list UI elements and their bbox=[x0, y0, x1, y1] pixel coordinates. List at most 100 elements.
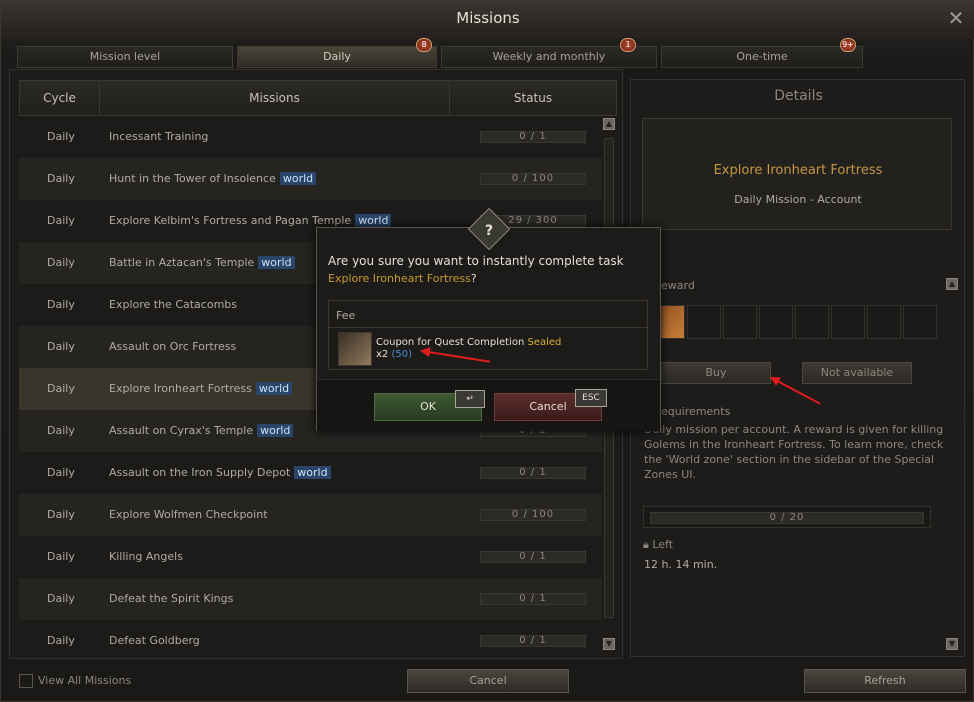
world-tag: world bbox=[294, 466, 331, 479]
enter-key-icon: ↵ bbox=[455, 390, 485, 408]
world-tag: world bbox=[255, 382, 293, 395]
cell-cycle: Daily bbox=[47, 340, 75, 353]
table-row[interactable]: Daily Defeat Goldberg 0 / 1 bbox=[19, 620, 602, 662]
buy-button[interactable]: Buy bbox=[661, 362, 771, 384]
cell-cycle: Daily bbox=[47, 382, 75, 395]
reward-item-slot[interactable] bbox=[687, 305, 721, 339]
dialog-footer: OK ↵ Cancel ESC bbox=[317, 379, 660, 431]
scroll-down-icon[interactable]: ▼ bbox=[603, 638, 615, 650]
cancel-button[interactable]: Cancel bbox=[407, 669, 569, 693]
view-all-checkbox[interactable] bbox=[19, 674, 33, 688]
coupon-icon[interactable] bbox=[338, 332, 372, 366]
reward-item-slot[interactable] bbox=[867, 305, 901, 339]
fee-item-name: Coupon for Quest Completion Sealed bbox=[376, 337, 561, 348]
cell-mission: Incessant Training bbox=[109, 116, 208, 158]
table-row[interactable]: Daily Killing Angels 0 / 1 bbox=[19, 536, 602, 578]
world-tag: world bbox=[258, 256, 295, 269]
reward-item-slot[interactable] bbox=[903, 305, 937, 339]
scroll-up-icon[interactable]: ▲ bbox=[946, 278, 958, 290]
column-header-missions[interactable]: Missions bbox=[100, 81, 450, 115]
table-row[interactable]: Daily Defeat the Spirit Kings 0 / 1 bbox=[19, 578, 602, 620]
details-title: Details bbox=[774, 88, 823, 104]
notification-badge: 1 bbox=[620, 38, 636, 52]
dialog-target: Explore Ironheart Fortress? bbox=[328, 272, 477, 285]
mission-progress: 0 / 20 bbox=[643, 506, 931, 528]
cell-mission: Defeat the Spirit Kings bbox=[109, 578, 233, 620]
notification-badge: 9+ bbox=[840, 38, 856, 52]
reward-slots bbox=[651, 305, 937, 339]
mission-name: Defeat Goldberg bbox=[109, 634, 200, 647]
table-row[interactable]: Daily Hunt in the Tower of Insolence world… bbox=[19, 158, 602, 200]
reward-item-slot[interactable] bbox=[723, 305, 757, 339]
cell-mission: Explore the Catacombs bbox=[109, 284, 237, 326]
tab-one-time[interactable]: One-time 9+ bbox=[661, 38, 863, 68]
cell-mission: Assault on Cyrax's Temple world bbox=[109, 410, 294, 452]
reward-item-slot[interactable] bbox=[831, 305, 865, 339]
cell-cycle: Daily bbox=[47, 424, 75, 437]
world-tag: world bbox=[257, 424, 294, 437]
tab-weekly-monthly[interactable]: Weekly and monthly 1 bbox=[441, 38, 657, 68]
scroll-up-icon[interactable]: ▲ bbox=[603, 118, 615, 130]
cell-cycle: Daily bbox=[47, 508, 75, 521]
cell-status-progress: 0 / 1 bbox=[480, 635, 586, 647]
mission-name: Hunt in the Tower of Insolence bbox=[109, 172, 276, 185]
tab-label: Daily bbox=[323, 50, 351, 63]
table-row[interactable]: Daily Assault on the Iron Supply Depot wor… bbox=[19, 452, 602, 494]
cell-mission: Explore Wolfmen Checkpoint bbox=[109, 494, 268, 536]
scroll-down-icon[interactable]: ▼ bbox=[946, 638, 958, 650]
cell-cycle: Daily bbox=[47, 256, 75, 269]
cell-cycle: Daily bbox=[47, 550, 75, 563]
column-header-status[interactable]: Status bbox=[450, 81, 616, 115]
window-title: Missions bbox=[456, 9, 520, 27]
mission-name: Explore Kelbim's Fortress and Pagan Temp… bbox=[109, 214, 352, 227]
tab-label: Mission level bbox=[89, 50, 161, 63]
refresh-button[interactable]: Refresh bbox=[804, 669, 966, 693]
tab-daily[interactable]: Daily 8 bbox=[237, 38, 437, 68]
mission-name: Assault on Orc Fortress bbox=[109, 340, 237, 353]
notification-badge: 8 bbox=[416, 38, 432, 52]
question-icon: ? bbox=[484, 223, 494, 239]
time-left-value: 12 h. 14 min. bbox=[644, 558, 718, 571]
esc-key-icon: ESC bbox=[575, 389, 607, 407]
cell-status-progress: 0 / 1 bbox=[480, 551, 586, 563]
close-icon[interactable]: ✕ bbox=[945, 7, 967, 29]
reward-item-slot[interactable] bbox=[759, 305, 793, 339]
tab-mission-level[interactable]: Mission level bbox=[17, 46, 233, 68]
mission-name: Explore Wolfmen Checkpoint bbox=[109, 508, 268, 521]
mission-name: Killing Angels bbox=[109, 550, 183, 563]
cell-cycle: Daily bbox=[47, 172, 75, 185]
progress-bar: 0 / 20 bbox=[650, 512, 924, 524]
tab-label: One-time bbox=[736, 50, 788, 63]
requirements-text: Daily mission per account. A reward is g… bbox=[644, 423, 944, 481]
reward-item-slot[interactable] bbox=[795, 305, 829, 339]
selected-mission-type: Daily Mission - Account bbox=[734, 193, 862, 206]
cell-mission: Hunt in the Tower of Insolence world bbox=[109, 158, 317, 200]
mission-name: Assault on Cyrax's Temple bbox=[109, 424, 254, 437]
fee-item-name-text: Coupon for Quest Completion bbox=[376, 337, 525, 348]
cell-mission: Defeat Goldberg bbox=[109, 620, 200, 662]
column-header-cycle[interactable]: Cycle bbox=[20, 81, 100, 115]
title-bar[interactable]: Missions ✕ bbox=[1, 1, 974, 39]
mission-name: Incessant Training bbox=[109, 130, 209, 143]
world-tag: world bbox=[355, 214, 392, 227]
table-row[interactable]: Daily Explore Wolfmen Checkpoint 0 / 100 bbox=[19, 494, 602, 536]
not-available-button[interactable]: Not available bbox=[802, 362, 912, 384]
mission-summary-box: Explore Ironheart Fortress Daily Mission… bbox=[642, 118, 952, 230]
divider bbox=[329, 327, 647, 328]
mission-name: Battle in Aztacan's Temple bbox=[109, 256, 255, 269]
cell-status-progress: 0 / 100 bbox=[480, 173, 586, 185]
dialog-question: Are you sure you want to instantly compl… bbox=[328, 254, 624, 268]
fee-item-quantity: x2 (50) bbox=[376, 349, 412, 360]
cell-status-progress: 0 / 1 bbox=[480, 593, 586, 605]
cell-mission: Explore Ironheart Fortress world bbox=[109, 368, 293, 410]
cell-mission: Killing Angels bbox=[109, 536, 183, 578]
fee-item-owned: (50) bbox=[391, 349, 412, 360]
confirm-dialog: ? Are you sure you want to instantly com… bbox=[316, 207, 661, 431]
fee-label: Fee bbox=[336, 309, 356, 322]
selected-mission-name: Explore Ironheart Fortress bbox=[713, 163, 883, 178]
table-row[interactable]: Daily Incessant Training 0 / 1 bbox=[19, 116, 602, 158]
reward-label: eward bbox=[661, 279, 695, 292]
cell-cycle: Daily bbox=[47, 130, 75, 143]
cell-mission: Assault on Orc Fortress bbox=[109, 326, 236, 368]
cell-mission: Battle in Aztacan's Temple world bbox=[109, 242, 295, 284]
